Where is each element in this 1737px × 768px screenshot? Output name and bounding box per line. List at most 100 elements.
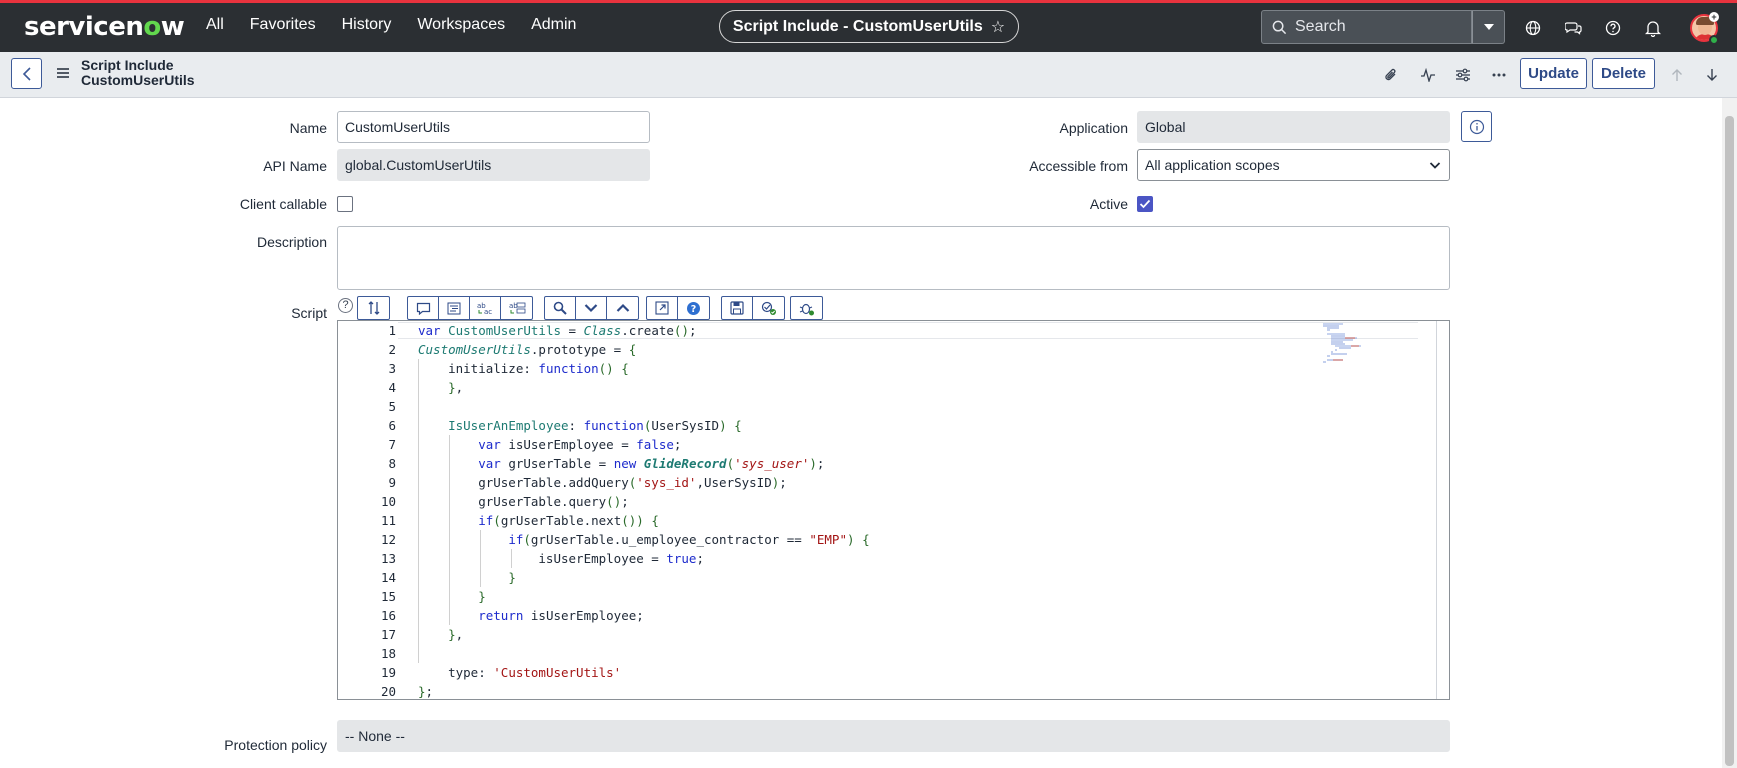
top-navigation-bar: servicenow All Favorites History Workspa… xyxy=(0,0,1737,52)
form-title-record: CustomUserUtils xyxy=(81,72,195,88)
code-line[interactable]: var CustomUserUtils = Class.create(); xyxy=(418,323,697,338)
line-number: 5 xyxy=(388,399,396,414)
line-number: 12 xyxy=(380,532,396,547)
plus-icon: + xyxy=(1709,12,1719,22)
format-code-icon[interactable] xyxy=(439,297,470,319)
line-number: 2 xyxy=(388,342,396,357)
toolbar-group-edit: ab ac ab xyxy=(407,296,533,320)
activity-pulse-icon[interactable] xyxy=(1417,64,1439,86)
script-code-editor[interactable]: 1 2 3 4 5 6 7 8 9 10 11 12 13 14 15 16 1… xyxy=(337,320,1450,700)
code-line[interactable]: }; xyxy=(418,684,433,699)
notifications-bell-icon[interactable] xyxy=(1643,18,1663,38)
personalize-form-sliders-icon[interactable] xyxy=(1452,64,1474,86)
line-number: 14 xyxy=(380,570,396,585)
accessible-from-select[interactable]: All application scopes xyxy=(1137,149,1450,181)
code-line[interactable]: type: 'CustomUserUtils' xyxy=(418,665,621,680)
code-line[interactable]: grUserTable.query(); xyxy=(418,494,629,509)
global-search-input[interactable]: Search xyxy=(1261,10,1472,44)
script-help-icon[interactable]: ? xyxy=(338,298,353,313)
line-number: 1 xyxy=(388,323,396,338)
active-checkbox[interactable] xyxy=(1137,196,1153,212)
toolbar-group-save xyxy=(721,296,785,320)
more-options-ellipsis-icon[interactable] xyxy=(1488,64,1510,86)
code-line[interactable]: } xyxy=(418,570,516,585)
check-script-icon[interactable] xyxy=(753,297,784,319)
nav-link-admin[interactable]: Admin xyxy=(531,16,576,34)
back-button[interactable] xyxy=(11,58,42,89)
help-icon[interactable] xyxy=(1603,18,1623,38)
script-label: Script xyxy=(291,305,327,321)
api-name-label: API Name xyxy=(263,158,327,174)
code-line[interactable]: }, xyxy=(418,627,463,642)
client-callable-label: Client callable xyxy=(239,196,327,212)
find-next-icon[interactable] xyxy=(576,297,607,319)
form-title: Script Include CustomUserUtils xyxy=(81,58,195,88)
line-number: 16 xyxy=(380,608,396,623)
code-line[interactable]: initialize: function() { xyxy=(418,361,629,376)
line-number: 13 xyxy=(380,551,396,566)
nav-link-workspaces[interactable]: Workspaces xyxy=(417,16,505,34)
line-number: 8 xyxy=(388,456,396,471)
delete-button[interactable]: Delete xyxy=(1592,58,1655,89)
attachment-paperclip-icon[interactable] xyxy=(1380,64,1402,86)
code-line[interactable]: isUserEmployee = true; xyxy=(418,551,704,566)
search-scope-dropdown[interactable] xyxy=(1472,10,1505,44)
line-number: 4 xyxy=(388,380,396,395)
toolbar-group-format xyxy=(357,296,390,320)
svg-text:ac: ac xyxy=(484,308,492,315)
line-number: 3 xyxy=(388,361,396,376)
protection-policy-select[interactable]: -- None -- xyxy=(337,720,1450,752)
page-vertical-scrollbar[interactable] xyxy=(1722,98,1737,768)
code-line[interactable]: IsUserAnEmployee: function(UserSysID) { xyxy=(418,418,742,433)
debug-bug-icon[interactable] xyxy=(791,297,822,319)
code-minimap[interactable] xyxy=(1321,322,1416,364)
nav-link-all[interactable]: All xyxy=(206,16,224,34)
code-line[interactable]: return isUserEmployee; xyxy=(418,608,644,623)
code-line[interactable]: CustomUserUtils.prototype = { xyxy=(418,342,636,357)
replace-all-icon[interactable]: ab xyxy=(501,297,532,319)
description-label: Description xyxy=(256,234,327,250)
code-line[interactable]: if(grUserTable.u_employee_contractor == … xyxy=(418,532,869,547)
record-title-pill[interactable]: Script Include - CustomUserUtils ☆ xyxy=(719,10,1019,43)
favorite-star-icon[interactable]: ☆ xyxy=(991,17,1005,37)
checkmark-icon xyxy=(1139,199,1151,209)
code-line[interactable]: var isUserEmployee = false; xyxy=(418,437,681,452)
line-number: 19 xyxy=(380,665,396,680)
name-input[interactable]: CustomUserUtils xyxy=(337,111,650,143)
nav-link-favorites[interactable]: Favorites xyxy=(250,16,316,34)
script-help-circle-icon[interactable]: ? xyxy=(678,297,709,319)
code-line[interactable]: if(grUserTable.next()) { xyxy=(418,513,659,528)
globe-icon[interactable] xyxy=(1523,18,1543,38)
update-button[interactable]: Update xyxy=(1520,58,1587,89)
find-previous-icon[interactable] xyxy=(607,297,638,319)
chat-icon[interactable] xyxy=(1563,18,1583,38)
toggle-syntax-editor-icon[interactable] xyxy=(358,297,389,319)
fullscreen-icon[interactable] xyxy=(647,297,678,319)
code-line[interactable]: }, xyxy=(418,380,463,395)
next-record-arrow-down-icon[interactable] xyxy=(1701,64,1723,86)
active-label: Active xyxy=(1089,196,1128,212)
client-callable-checkbox[interactable] xyxy=(337,196,353,212)
line-number-gutter: 1 2 3 4 5 6 7 8 9 10 11 12 13 14 15 16 1… xyxy=(338,321,398,699)
application-readonly-field: Global xyxy=(1137,111,1450,143)
previous-record-arrow-up-icon[interactable] xyxy=(1666,64,1688,86)
line-number: 11 xyxy=(380,513,396,528)
code-line[interactable]: var grUserTable = new GlideRecord('sys_u… xyxy=(418,456,824,471)
line-number: 17 xyxy=(380,627,396,642)
chevron-left-icon xyxy=(22,66,31,81)
servicenow-logo[interactable]: servicenow xyxy=(24,12,185,42)
replace-icon[interactable]: ab ac xyxy=(470,297,501,319)
description-textarea[interactable] xyxy=(337,226,1450,290)
save-floppy-icon[interactable] xyxy=(722,297,753,319)
code-line[interactable]: grUserTable.addQuery('sys_id',UserSysID)… xyxy=(418,475,787,490)
application-info-button[interactable] xyxy=(1461,111,1492,142)
nav-link-history[interactable]: History xyxy=(342,16,392,34)
line-number: 6 xyxy=(388,418,396,433)
comment-selected-icon[interactable] xyxy=(408,297,439,319)
context-menu-icon[interactable] xyxy=(56,66,70,84)
code-line[interactable]: } xyxy=(418,589,486,604)
line-number: 20 xyxy=(380,684,396,699)
scrollbar-thumb[interactable] xyxy=(1725,116,1734,766)
search-code-icon[interactable] xyxy=(545,297,576,319)
line-number: 15 xyxy=(380,589,396,604)
